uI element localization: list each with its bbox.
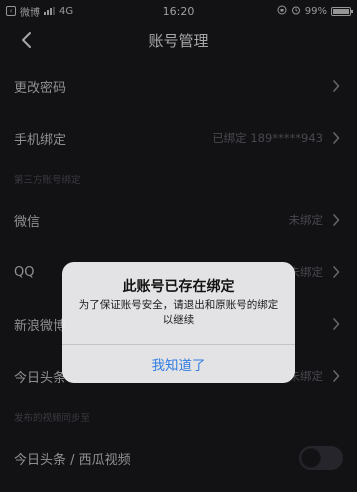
alert-title: 此账号已存在绑定 bbox=[122, 279, 235, 295]
modal-overlay bbox=[0, 0, 357, 492]
alert-dialog: 此账号已存在绑定 为了保证账号安全，请退出和原账号的绑定以继续 我知道了 bbox=[62, 262, 295, 383]
acknowledge-button[interactable]: 我知道了 bbox=[62, 345, 295, 383]
account-management-screen: ‹ 微博 4G 16:20 99% 账号管理 更改密码 手机绑定 已绑定 189… bbox=[0, 0, 357, 492]
alert-message: 为了保证账号安全，请退出和原账号的绑定以继续 bbox=[78, 299, 279, 326]
